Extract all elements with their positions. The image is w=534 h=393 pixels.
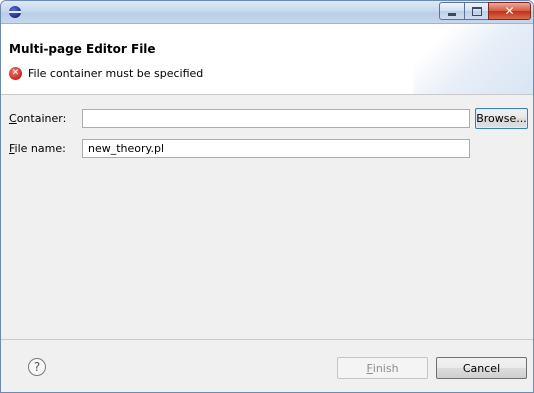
minimize-button[interactable] [439, 2, 465, 20]
wizard-header: Multi-page Editor File ✕ File container … [1, 24, 533, 95]
close-button[interactable]: ✕ [488, 2, 531, 20]
new-file-wizard-window: ✕ Multi-page Editor File ✕ File containe… [0, 0, 534, 393]
error-icon: ✕ [9, 67, 22, 80]
container-label: Container: [9, 112, 67, 125]
error-message: File container must be specified [28, 67, 204, 80]
file-name-field[interactable] [82, 139, 470, 158]
browse-button[interactable]: Browse... [475, 108, 528, 129]
maximize-icon [471, 6, 482, 16]
minimize-icon [448, 13, 456, 16]
page-title: Multi-page Editor File [9, 42, 156, 56]
title-bar[interactable]: ✕ [1, 1, 533, 24]
help-icon[interactable]: ? [28, 358, 46, 376]
finish-button[interactable]: Finish [337, 357, 428, 379]
cancel-button[interactable]: Cancel [436, 357, 527, 379]
header-banner-graphic [413, 24, 533, 94]
maximize-button[interactable] [464, 2, 489, 20]
wizard-footer: ? Finish Cancel [1, 339, 533, 392]
file-name-label: File name: [9, 142, 66, 155]
close-icon: ✕ [504, 4, 515, 18]
container-field[interactable] [82, 109, 470, 128]
eclipse-app-icon [9, 6, 21, 18]
wizard-body: Container: Browse... File name: [1, 95, 533, 339]
